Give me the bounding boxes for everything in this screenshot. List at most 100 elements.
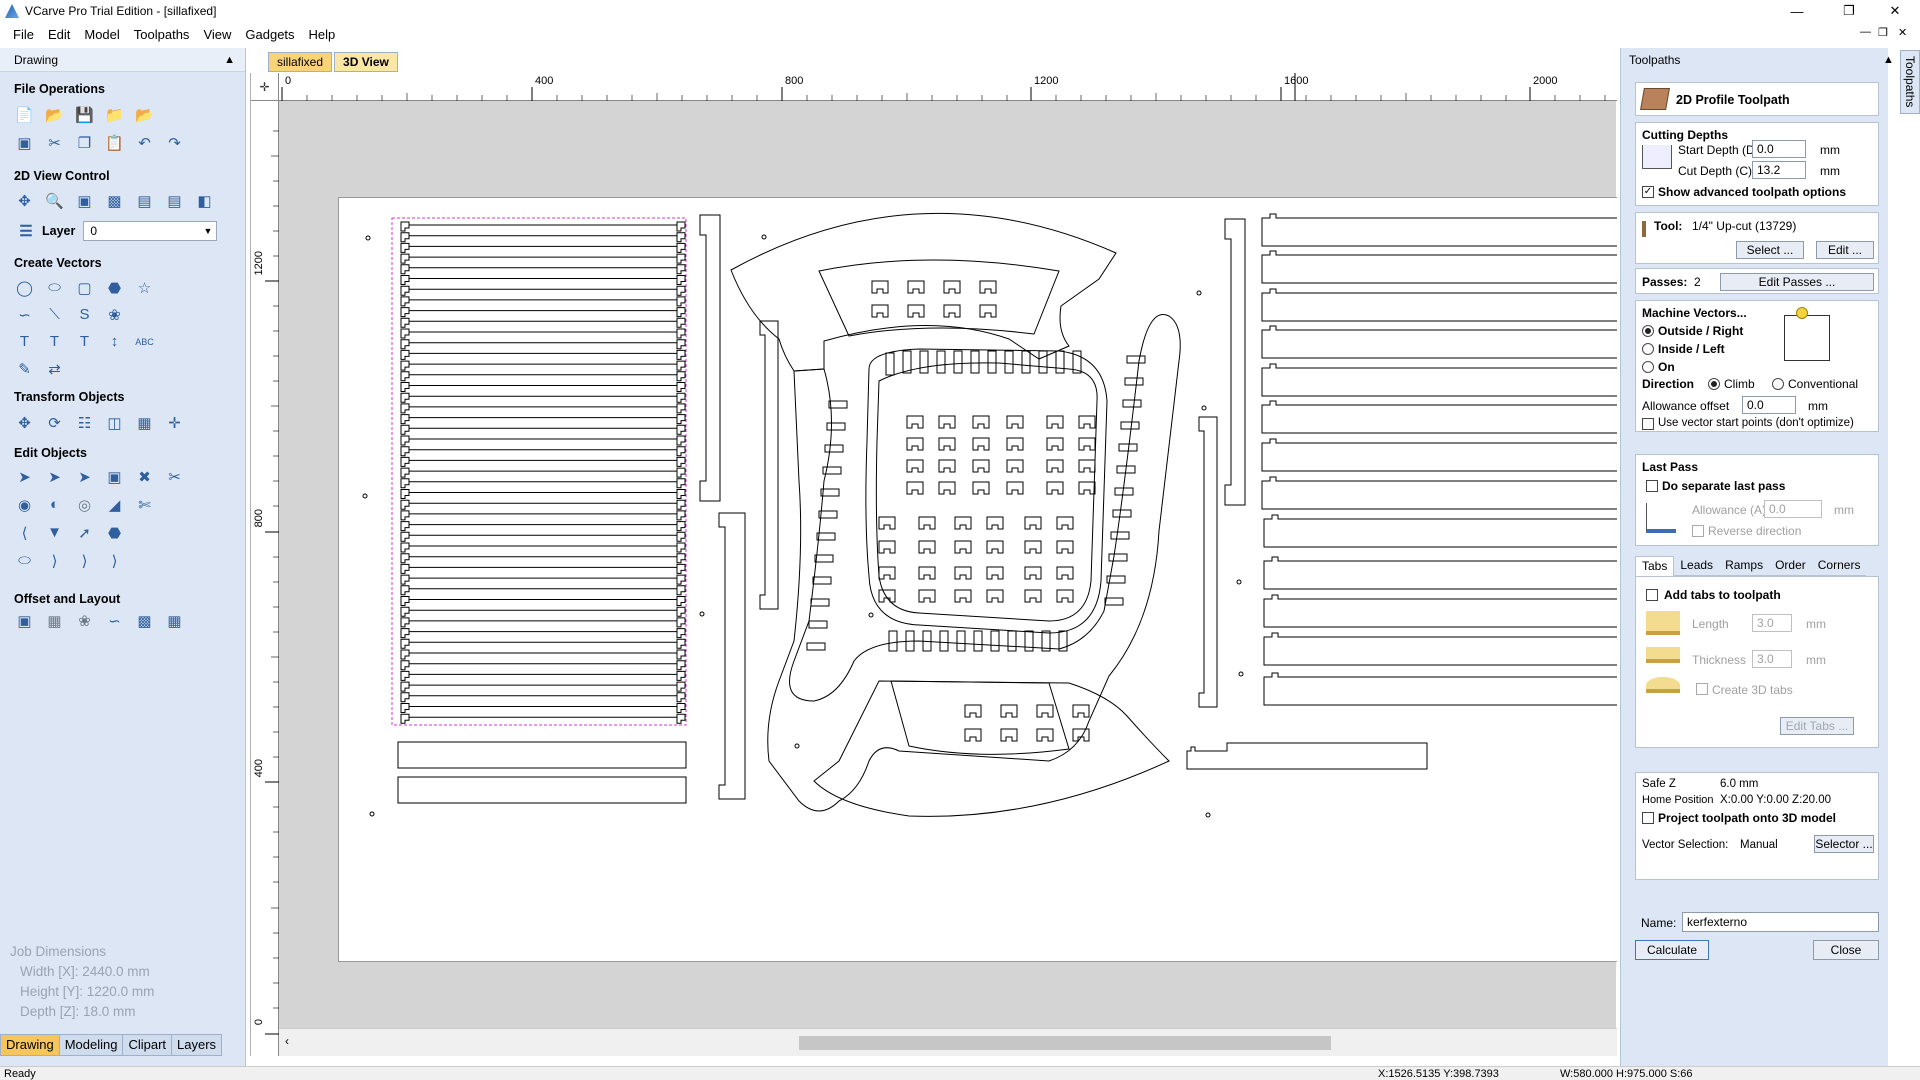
tab-leads[interactable]: Leads: [1674, 556, 1720, 576]
zoom-all-icon[interactable]: ▣: [74, 190, 95, 211]
mirror-icon[interactable]: ◫: [104, 412, 125, 433]
star-icon[interactable]: ☆: [134, 277, 155, 298]
center-icon[interactable]: ✛: [164, 412, 185, 433]
scroll-thumb[interactable]: [799, 1036, 1331, 1050]
outside-right-radio[interactable]: [1642, 325, 1654, 337]
edit-tabs-button[interactable]: Edit Tabs ...: [1780, 717, 1854, 735]
tab-modeling[interactable]: Modeling: [58, 1034, 124, 1056]
save-file-icon[interactable]: 💾: [74, 104, 95, 125]
edit-passes-button[interactable]: Edit Passes ...: [1720, 273, 1874, 291]
rotate-icon[interactable]: ⟳: [44, 412, 65, 433]
nesting-icon[interactable]: ▦: [164, 610, 185, 631]
pin-icon[interactable]: ▲: [224, 48, 235, 72]
menu-toolpaths[interactable]: Toolpaths: [127, 22, 197, 48]
menu-edit[interactable]: Edit: [41, 22, 77, 48]
scale-icon[interactable]: ▦: [134, 412, 155, 433]
tab-length-input[interactable]: [1752, 614, 1792, 632]
circle-icon[interactable]: ◯: [14, 277, 35, 298]
group-icon[interactable]: ▣: [104, 466, 125, 487]
array-copy-icon[interactable]: ▦: [44, 610, 65, 631]
node-icon[interactable]: ⬣: [104, 522, 125, 543]
intersect-icon[interactable]: ◎: [74, 494, 95, 515]
move-icon[interactable]: ✥: [14, 412, 35, 433]
view-split-icon[interactable]: ▤: [164, 190, 185, 211]
undo-icon[interactable]: ↶: [134, 132, 155, 153]
calculate-button[interactable]: Calculate: [1635, 940, 1709, 960]
polygon-icon[interactable]: ⬣: [104, 277, 125, 298]
curve-fit-icon[interactable]: ⟩: [74, 550, 95, 571]
tab-order[interactable]: Order: [1769, 556, 1812, 576]
layer-select[interactable]: 0 ▼: [83, 221, 218, 241]
start-depth-input[interactable]: [1752, 140, 1806, 158]
use-start-points-checkbox[interactable]: [1642, 418, 1654, 430]
text-frame-icon[interactable]: T: [44, 331, 65, 352]
polyline-icon[interactable]: ∽: [14, 304, 35, 325]
view-side-icon[interactable]: ◧: [194, 190, 215, 211]
transform-select-icon[interactable]: ➤: [74, 466, 95, 487]
import-vectors-icon[interactable]: 📁: [104, 104, 125, 125]
restore-button[interactable]: ❐: [1826, 0, 1872, 22]
smooth-icon[interactable]: ⟩: [44, 550, 65, 571]
measure-icon[interactable]: ⇄: [44, 358, 65, 379]
subtract-icon[interactable]: ◐: [44, 494, 65, 515]
line-icon[interactable]: ⟍: [44, 304, 65, 325]
ellipse-icon[interactable]: ⬭: [44, 277, 65, 298]
tab-drawing[interactable]: Drawing: [0, 1034, 60, 1056]
allowance-offset-input[interactable]: [1742, 396, 1796, 414]
open-vector-icon[interactable]: ⟩: [104, 550, 125, 571]
selector-button[interactable]: Selector ...: [1814, 835, 1874, 853]
tab-tabs[interactable]: Tabs: [1635, 556, 1675, 576]
mdi-close-icon[interactable]: ✕: [1898, 26, 1907, 39]
fillet-icon[interactable]: ◢: [104, 494, 125, 515]
add-tabs-checkbox[interactable]: [1646, 589, 1658, 601]
vertex-icon[interactable]: ▼: [44, 522, 65, 543]
draw-tool-icon[interactable]: ✎: [14, 358, 35, 379]
on-radio[interactable]: [1642, 361, 1654, 373]
tab-clipart[interactable]: Clipart: [122, 1034, 173, 1056]
drawing-canvas[interactable]: [279, 101, 1617, 1028]
tab-sillafixed[interactable]: sillafixed: [268, 52, 333, 72]
inside-left-radio[interactable]: [1642, 343, 1654, 355]
join-icon[interactable]: ⟨: [14, 522, 35, 543]
trim-icon[interactable]: ✂: [164, 466, 185, 487]
menu-file[interactable]: File: [6, 22, 41, 48]
scissors-icon[interactable]: ✄: [134, 494, 155, 515]
zoom-selection-icon[interactable]: ▩: [104, 190, 125, 211]
weld-icon[interactable]: ◉: [14, 494, 35, 515]
ungroup-icon[interactable]: ✖: [134, 466, 155, 487]
horizontal-scrollbar[interactable]: ‹: [279, 1028, 1617, 1056]
project-toolpath-checkbox[interactable]: [1642, 812, 1654, 824]
job-setup-icon[interactable]: ▣: [14, 132, 35, 153]
tab-corners[interactable]: Corners: [1811, 556, 1867, 576]
dimension-icon[interactable]: ↕: [104, 331, 125, 352]
block-copy-icon[interactable]: ▩: [134, 610, 155, 631]
vector-drawing[interactable]: [279, 101, 1617, 1028]
mdi-minimize-icon[interactable]: —: [1860, 26, 1871, 38]
close-panel-button[interactable]: Close: [1813, 940, 1879, 960]
tab-3d-view[interactable]: 3D View: [334, 52, 398, 72]
scroll-left-icon[interactable]: ‹: [285, 1034, 289, 1048]
copy-icon[interactable]: ❐: [74, 132, 95, 153]
tab-thickness-input[interactable]: [1752, 650, 1792, 668]
toolpath-name-input[interactable]: [1682, 912, 1879, 932]
minimize-button[interactable]: —: [1774, 0, 1820, 22]
open-file-icon[interactable]: 📂: [44, 104, 65, 125]
pan-icon[interactable]: ✥: [14, 190, 35, 211]
fit-view-icon[interactable]: ▤: [134, 190, 155, 211]
close-vector-icon[interactable]: ⬭: [14, 550, 35, 571]
show-advanced-checkbox[interactable]: ✓: [1642, 186, 1654, 198]
last-pass-allowance-input[interactable]: [1764, 500, 1822, 518]
spiral-icon[interactable]: ❀: [104, 304, 125, 325]
rectangle-icon[interactable]: ▢: [74, 277, 95, 298]
tool-select-button[interactable]: Select ...: [1736, 241, 1804, 259]
paste-icon[interactable]: 📋: [104, 132, 125, 153]
offset-icon[interactable]: ▣: [14, 610, 35, 631]
menu-gadgets[interactable]: Gadgets: [238, 22, 301, 48]
text-curve-icon[interactable]: T: [74, 331, 95, 352]
menu-help[interactable]: Help: [302, 22, 343, 48]
copy-along-icon[interactable]: ∽: [104, 610, 125, 631]
import-bitmap-icon[interactable]: 📂: [134, 104, 155, 125]
create-3d-tabs-checkbox[interactable]: [1696, 683, 1708, 695]
zoom-icon[interactable]: 🔍: [44, 190, 65, 211]
menu-model[interactable]: Model: [77, 22, 126, 48]
